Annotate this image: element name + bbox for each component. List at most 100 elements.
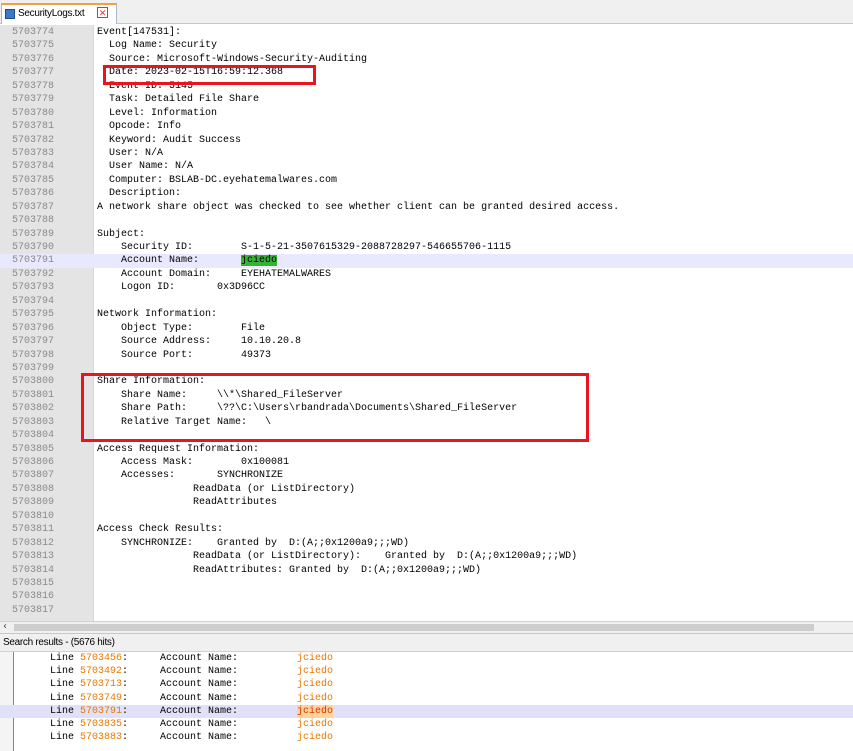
- tab-securitylogs[interactable]: SecurityLogs.txt ✕: [1, 3, 117, 24]
- editor-line[interactable]: 5703808 ReadData (or ListDirectory): [0, 483, 853, 496]
- result-field: Account Name:: [160, 653, 239, 664]
- result-value: jciedo: [297, 692, 334, 704]
- tab-label: SecurityLogs.txt: [18, 8, 85, 19]
- editor-line[interactable]: 5703788: [0, 214, 853, 227]
- line-number: 5703785: [12, 174, 55, 186]
- line-text: Computer: BSLAB-DC.eyehatemalwares.com: [97, 174, 338, 186]
- line-text: Subject:: [97, 228, 146, 240]
- editor-line[interactable]: 5703781 Opcode: Info: [0, 120, 853, 133]
- text-editor[interactable]: 5703774 Event[147531]: 5703775 Log Name: S…: [0, 25, 853, 621]
- editor-line[interactable]: 5703783 User: N/A: [0, 147, 853, 160]
- editor-line[interactable]: 5703810: [0, 510, 853, 523]
- line-number: 5703791: [12, 255, 55, 267]
- editor-line[interactable]: 5703809 ReadAttributes: [0, 496, 853, 509]
- editor-line[interactable]: 5703796 Object Type: File: [0, 322, 853, 335]
- editor-line[interactable]: 5703791 Account Name: jciedo: [0, 254, 853, 268]
- editor-line[interactable]: 5703805 Access Request Information:: [0, 443, 853, 456]
- line-number: 5703781: [12, 121, 55, 133]
- line-number: 5703777: [12, 67, 55, 79]
- editor-line[interactable]: 5703782 Keyword: Audit Success: [0, 134, 853, 147]
- editor-line[interactable]: 5703775 Log Name: Security: [0, 39, 853, 52]
- editor-line[interactable]: 5703798 Source Port: 49373: [0, 349, 853, 362]
- editor-line[interactable]: 5703814 ReadAttributes: Granted by D:(A;…: [0, 564, 853, 577]
- editor-line[interactable]: 5703817: [0, 604, 853, 617]
- search-result-row[interactable]: Line 5703883: Account Name: jciedo: [0, 731, 853, 744]
- line-number: 5703804: [12, 430, 55, 442]
- result-field: Account Name:: [160, 718, 239, 730]
- scrollbar-thumb[interactable]: [14, 624, 814, 631]
- editor-line[interactable]: 5703784 User Name: N/A: [0, 160, 853, 173]
- editor-line[interactable]: 5703812 SYNCHRONIZE: Granted by D:(A;;0x…: [0, 537, 853, 550]
- line-number: 5703812: [12, 537, 55, 549]
- editor-line[interactable]: 5703807 Accesses: SYNCHRONIZE: [0, 469, 853, 482]
- result-value: jciedo: [297, 666, 334, 678]
- line-number: 5703793: [12, 282, 55, 294]
- result-line-number: 5703883: [80, 732, 123, 744]
- editor-line[interactable]: 5703815: [0, 577, 853, 590]
- tab-bar: SecurityLogs.txt ✕: [0, 0, 853, 24]
- editor-line[interactable]: 5703785 Computer: BSLAB-DC.eyehatemalwar…: [0, 174, 853, 187]
- line-text: ReadAttributes: Granted by D:(A;;0x1200a…: [97, 564, 482, 576]
- editor-line[interactable]: 5703786 Description:: [0, 187, 853, 200]
- line-text: User Name: N/A: [97, 161, 194, 173]
- search-result-row[interactable]: Line 5703456: Account Name: jciedo: [0, 652, 853, 665]
- file-icon: [5, 9, 15, 19]
- editor-line[interactable]: 5703774 Event[147531]:: [0, 26, 853, 39]
- line-number: 5703807: [12, 470, 55, 482]
- editor-line[interactable]: 5703790 Security ID: S-1-5-21-3507615329…: [0, 241, 853, 254]
- line-number: 5703810: [12, 510, 55, 522]
- search-result-row[interactable]: Line 5703835: Account Name: jciedo: [0, 718, 853, 731]
- close-tab-icon[interactable]: ✕: [97, 7, 108, 18]
- line-text: SYNCHRONIZE: Granted by D:(A;;0x1200a9;;…: [97, 537, 410, 549]
- line-number: 5703784: [12, 161, 55, 173]
- editor-line[interactable]: 5703793 Logon ID: 0x3D96CC: [0, 281, 853, 294]
- line-text: Event[147531]:: [97, 27, 182, 38]
- editor-line[interactable]: 5703795 Network Information:: [0, 308, 853, 321]
- line-number: 5703794: [12, 295, 55, 307]
- line-number: 5703808: [12, 483, 55, 495]
- search-results-list: Line 5703456: Account Name: jciedo Line 570…: [0, 652, 853, 744]
- editor-line[interactable]: 5703794: [0, 295, 853, 308]
- search-result-row[interactable]: Line 5703713: Account Name: jciedo: [0, 678, 853, 691]
- result-line-ref: Line 5703791:: [50, 705, 129, 717]
- result-value: jciedo: [297, 704, 334, 718]
- result-field: Account Name:: [160, 705, 239, 717]
- editor-line[interactable]: 5703787 A network share object was checke…: [0, 201, 853, 214]
- editor-line[interactable]: 5703813 ReadData (or ListDirectory): Gra…: [0, 550, 853, 563]
- line-text: Object Type: File: [97, 322, 266, 334]
- line-number: 5703782: [12, 134, 55, 146]
- line-number: 5703786: [12, 188, 55, 200]
- result-line-number: 5703456: [80, 653, 123, 664]
- search-result-row[interactable]: Line 5703749: Account Name: jciedo: [0, 692, 853, 705]
- editor-line[interactable]: 5703811 Access Check Results:: [0, 523, 853, 536]
- search-results-panel[interactable]: Line 5703456: Account Name: jciedo Line 570…: [0, 652, 853, 751]
- editor-line[interactable]: 5703806 Access Mask: 0x100081: [0, 456, 853, 469]
- result-line-ref: Line 5703492:: [50, 666, 129, 678]
- line-number: 5703783: [12, 147, 55, 159]
- horizontal-scrollbar[interactable]: ‹: [0, 621, 853, 633]
- line-number: 5703799: [12, 362, 55, 374]
- result-value: jciedo: [297, 653, 334, 664]
- search-result-row[interactable]: Line 5703492: Account Name: jciedo: [0, 665, 853, 678]
- editor-line[interactable]: 5703816: [0, 590, 853, 603]
- editor-line[interactable]: 5703789 Subject:: [0, 228, 853, 241]
- annotation-box-share-info: [81, 373, 589, 442]
- editor-line[interactable]: 5703792 Account Domain: EYEHATEMALWARES: [0, 268, 853, 281]
- editor-line[interactable]: 5703779 Task: Detailed File Share: [0, 93, 853, 106]
- search-result-row[interactable]: Line 5703791: Account Name: jciedo: [0, 704, 853, 718]
- line-number: 5703815: [12, 577, 55, 589]
- line-number: 5703776: [12, 53, 55, 65]
- line-number: 5703806: [12, 457, 55, 468]
- result-value: jciedo: [297, 679, 334, 691]
- line-text: Logon ID: 0x3D96CC: [97, 282, 266, 294]
- editor-line[interactable]: 5703797 Source Address: 10.10.20.8: [0, 335, 853, 348]
- scroll-left-icon[interactable]: ‹: [3, 621, 7, 632]
- line-number: 5703774: [12, 27, 55, 38]
- result-line-ref: Line 5703835:: [50, 718, 129, 730]
- editor-line[interactable]: 5703780 Level: Information: [0, 107, 853, 120]
- result-value: jciedo: [297, 718, 334, 730]
- result-field: Account Name:: [160, 692, 239, 704]
- line-number: 5703797: [12, 336, 55, 348]
- line-number: 5703809: [12, 497, 55, 509]
- line-number: 5703802: [12, 403, 55, 415]
